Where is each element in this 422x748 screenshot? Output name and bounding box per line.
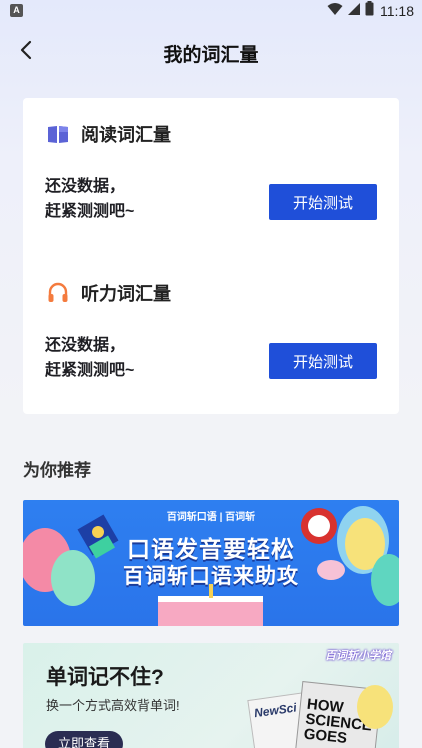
banner1-subheadline: 百词斩口语来助攻 xyxy=(123,565,299,588)
reading-vocab-title: 阅读词汇量 xyxy=(81,125,171,145)
listening-vocab-header: 听力词汇量 xyxy=(47,279,171,307)
signal-icon xyxy=(347,2,361,21)
banner2-title: 单词记不住? xyxy=(46,666,164,689)
wifi-icon xyxy=(327,2,343,21)
headphones-icon xyxy=(47,282,69,304)
notification-icon: A xyxy=(10,4,23,17)
banner2-subtitle: 换一个方式高效背单词! xyxy=(46,698,180,713)
page-title: 我的词汇量 xyxy=(163,45,259,66)
status-indicators: 11:18 xyxy=(327,1,414,21)
reading-empty-text: 还没数据， 赶紧测测吧~ xyxy=(45,174,134,224)
vocab-card: 阅读词汇量 还没数据， 赶紧测测吧~ 开始测试 听力词汇量 还没数据， 赶紧测测… xyxy=(23,98,399,414)
banner1-logos: 百词斩口语 | 百词斩 xyxy=(166,512,256,523)
view-now-button[interactable]: 立即查看 xyxy=(45,731,123,748)
reading-start-test-button[interactable]: 开始测试 xyxy=(269,184,377,220)
listening-empty-line2: 赶紧测测吧~ xyxy=(45,362,135,379)
yellow-balloon-icon xyxy=(357,685,393,729)
reading-vocab-header: 阅读词汇量 xyxy=(47,120,171,148)
listening-empty-line1: 还没数据， xyxy=(45,337,126,354)
book-icon xyxy=(47,123,69,145)
memorize-promo-banner[interactable]: 单词记不住? 换一个方式高效背单词! 立即查看 百词斩小学馆 NewSci HO… xyxy=(23,643,399,748)
listening-start-test-button[interactable]: 开始测试 xyxy=(269,343,377,379)
top-bar: 我的词汇量 xyxy=(0,30,422,74)
listening-vocab-section: 听力词汇量 还没数据， 赶紧测测吧~ 开始测试 xyxy=(23,279,399,429)
speaking-promo-banner[interactable]: 百词斩口语 | 百词斩 口语发音要轻松 百词斩口语来助攻 xyxy=(23,500,399,626)
clock: 11:18 xyxy=(380,3,414,19)
status-bar: A 11:18 xyxy=(0,0,422,22)
banner2-brand: 百词斩小学馆 xyxy=(325,650,391,662)
reading-empty-line1: 还没数据， xyxy=(45,178,126,195)
reading-empty-line2: 赶紧测测吧~ xyxy=(45,203,135,220)
recommend-title: 为你推荐 xyxy=(23,461,91,480)
listening-vocab-title: 听力词汇量 xyxy=(81,284,171,304)
listening-empty-text: 还没数据， 赶紧测测吧~ xyxy=(45,333,134,383)
magazine-cover-1-title: NewSci xyxy=(253,700,298,721)
banner1-headline: 口语发音要轻松 xyxy=(127,536,295,562)
reading-vocab-section: 阅读词汇量 还没数据， 赶紧测测吧~ 开始测试 xyxy=(23,120,399,270)
battery-icon xyxy=(365,1,374,21)
